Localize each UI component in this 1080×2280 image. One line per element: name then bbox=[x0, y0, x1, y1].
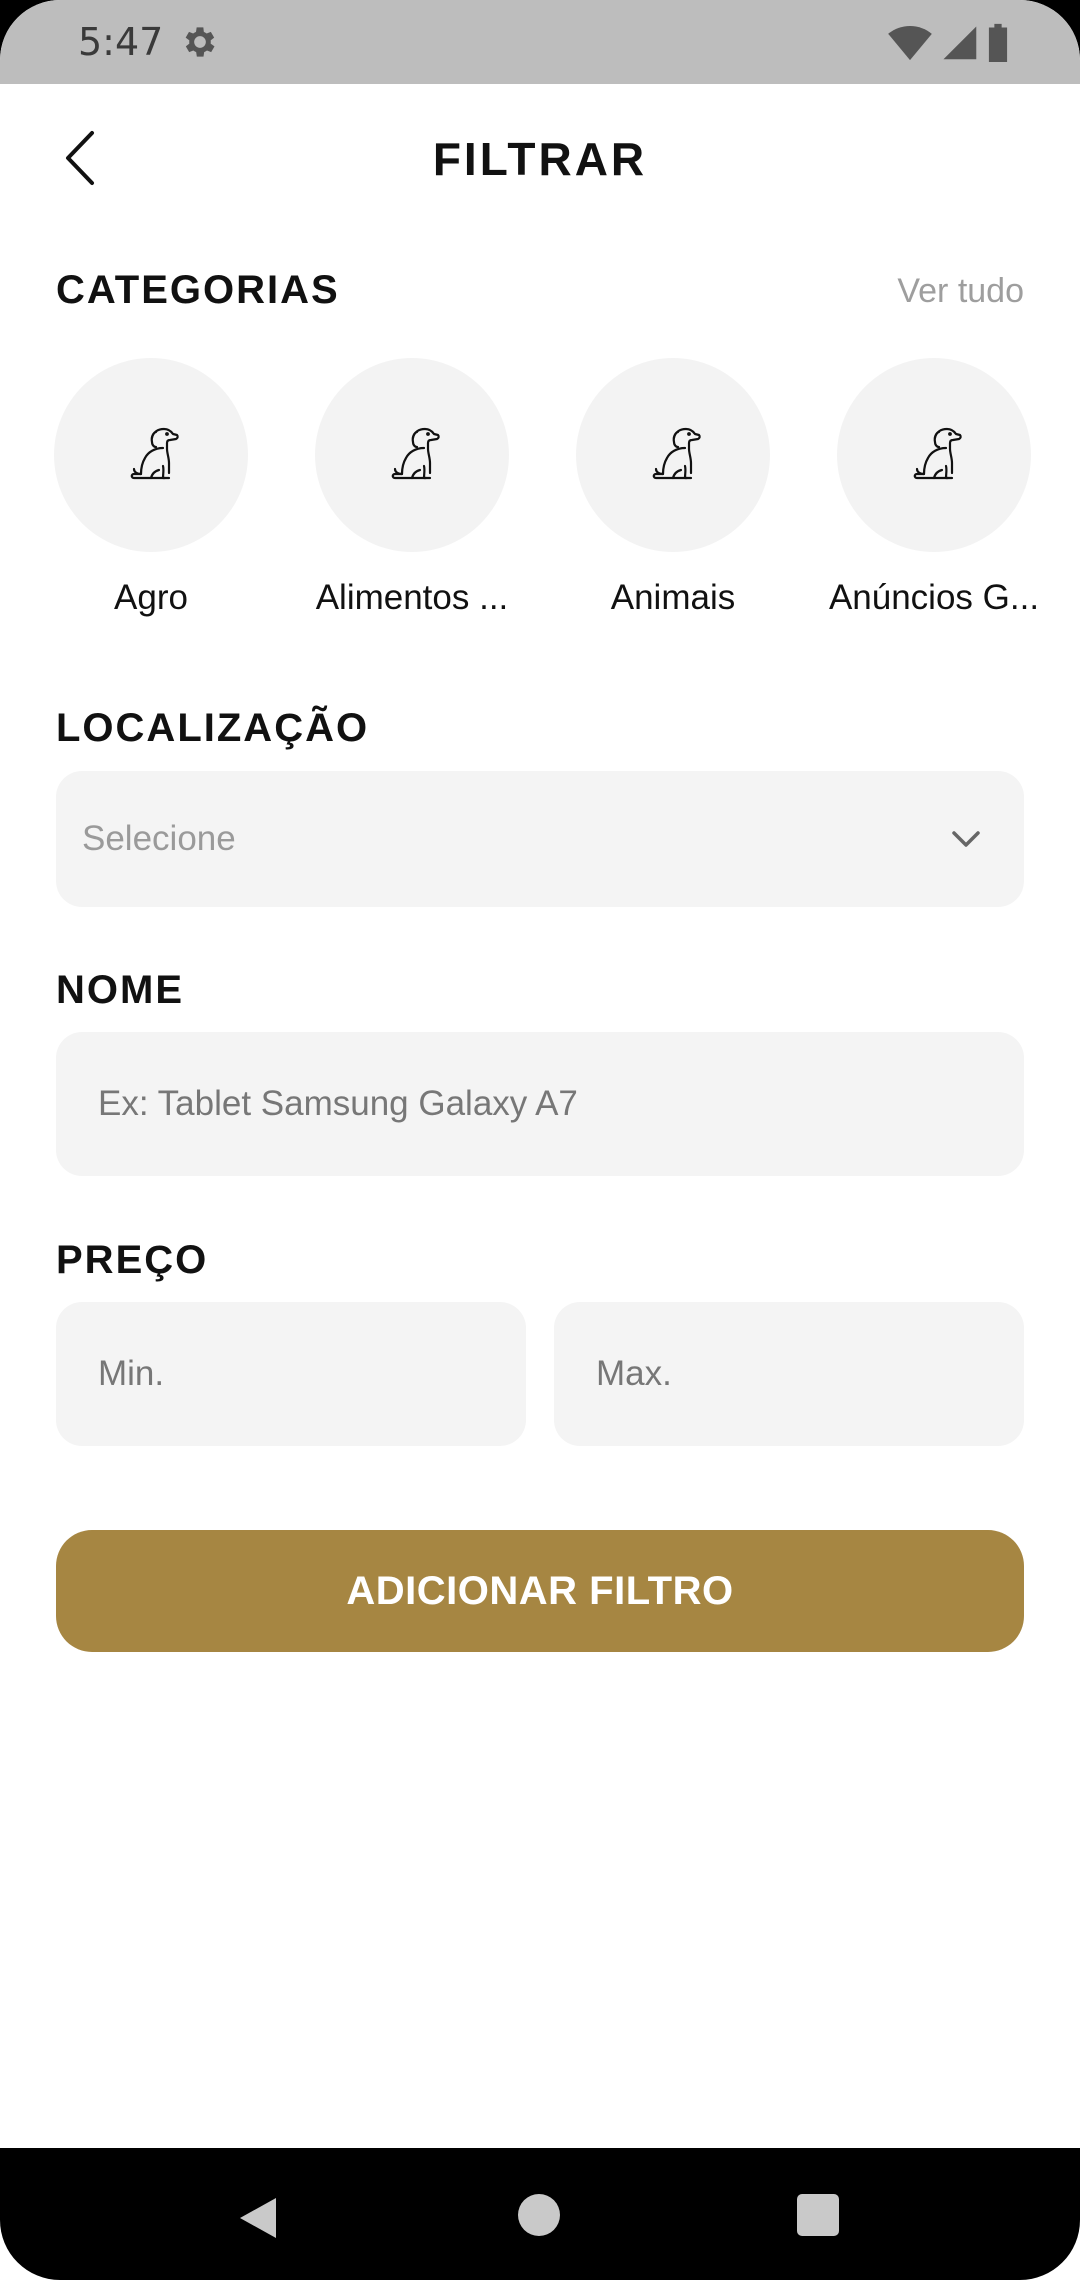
category-list: Agro Alimentos ... Animais Anúncios G... bbox=[0, 358, 1080, 628]
category-label: Agro bbox=[114, 578, 188, 617]
dog-icon bbox=[644, 426, 702, 485]
price-min-placeholder: Min. bbox=[98, 1354, 165, 1393]
wifi-icon bbox=[888, 22, 932, 67]
screen: 5:47 FILTRAR CATEGORIAS Ver tudo Agro Al… bbox=[0, 0, 1080, 2280]
chevron-down-icon bbox=[946, 819, 986, 859]
categories-title: CATEGORIAS bbox=[56, 268, 340, 312]
price-min-input[interactable]: Min. bbox=[56, 1302, 526, 1446]
price-max-placeholder: Max. bbox=[596, 1354, 672, 1393]
name-input-placeholder: Ex: Tablet Samsung Galaxy A7 bbox=[98, 1084, 578, 1123]
settings-icon bbox=[180, 22, 220, 62]
category-item-anuncios[interactable]: Anúncios G... bbox=[803, 358, 1065, 628]
see-all-link[interactable]: Ver tudo bbox=[897, 272, 1024, 311]
category-icon-circle bbox=[837, 358, 1031, 552]
category-icon-circle bbox=[576, 358, 770, 552]
system-nav-bar bbox=[0, 2148, 1080, 2280]
category-item-agro[interactable]: Agro bbox=[20, 358, 282, 628]
battery-icon bbox=[986, 22, 1010, 67]
status-time: 5:47 bbox=[78, 20, 164, 64]
status-icons bbox=[888, 22, 1010, 67]
location-select-value: Selecione bbox=[82, 819, 236, 858]
dog-icon bbox=[383, 426, 441, 485]
category-label: Anúncios G... bbox=[828, 578, 1040, 617]
price-title: PREÇO bbox=[56, 1238, 209, 1282]
nav-back-icon[interactable] bbox=[236, 2196, 280, 2245]
category-label: Alimentos ... bbox=[315, 578, 509, 617]
category-item-alimentos[interactable]: Alimentos ... bbox=[281, 358, 543, 628]
location-title: LOCALIZAÇÃO bbox=[56, 706, 370, 750]
signal-icon bbox=[940, 22, 978, 67]
price-max-input[interactable]: Max. bbox=[554, 1302, 1024, 1446]
dog-icon bbox=[905, 426, 963, 485]
nav-recents-icon[interactable] bbox=[797, 2194, 839, 2236]
category-item-animais[interactable]: Animais bbox=[542, 358, 804, 628]
status-bar: 5:47 bbox=[0, 0, 1080, 84]
category-label: Animais bbox=[610, 578, 736, 617]
category-icon-circle bbox=[315, 358, 509, 552]
name-title: NOME bbox=[56, 968, 184, 1012]
dog-icon bbox=[122, 426, 180, 485]
category-icon-circle bbox=[54, 358, 248, 552]
page-title: FILTRAR bbox=[432, 133, 648, 185]
add-filter-button[interactable]: ADICIONAR FILTRO bbox=[56, 1530, 1024, 1652]
nav-home-icon[interactable] bbox=[518, 2194, 560, 2236]
location-select[interactable]: Selecione bbox=[56, 771, 1024, 907]
name-input[interactable]: Ex: Tablet Samsung Galaxy A7 bbox=[56, 1032, 1024, 1176]
